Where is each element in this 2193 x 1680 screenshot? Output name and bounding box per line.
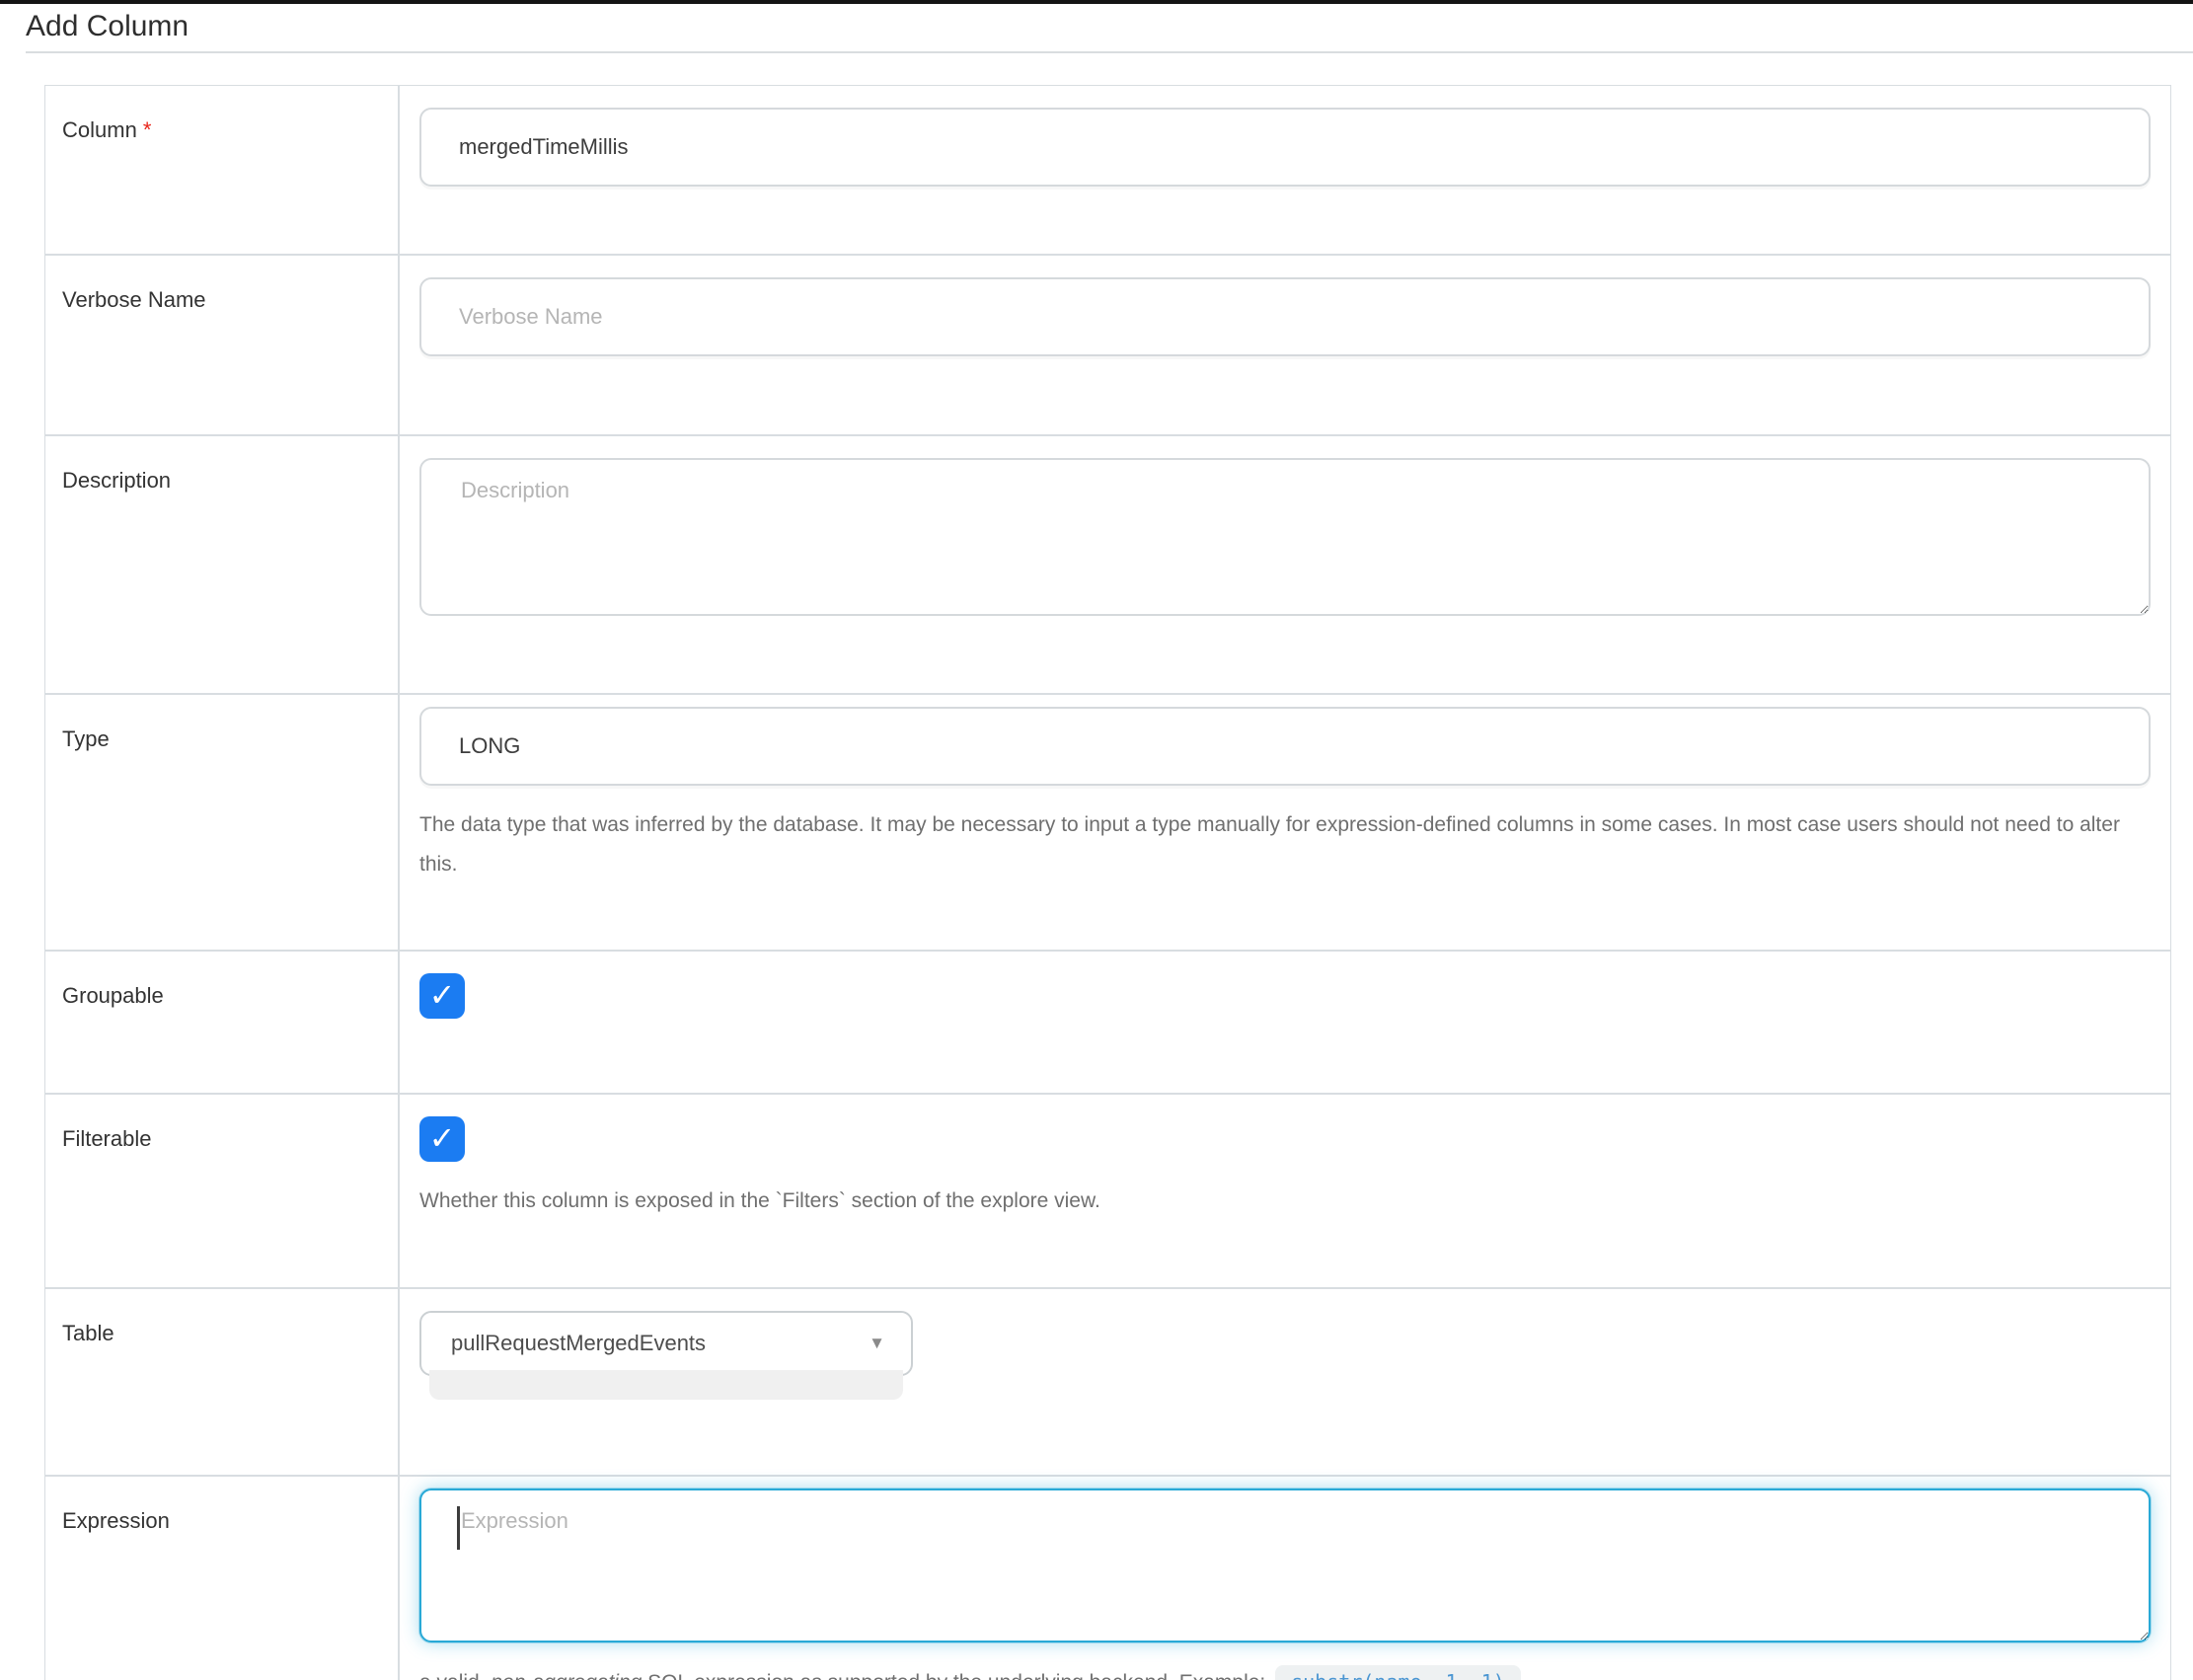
column-input[interactable] (419, 108, 2151, 187)
expression-textarea-wrap (419, 1489, 2151, 1642)
type-input[interactable] (419, 707, 2151, 786)
check-icon: ✓ (429, 1122, 456, 1154)
filterable-help: Whether this column is exposed in the `F… (419, 1182, 2151, 1221)
type-label: Type (62, 726, 110, 751)
filterable-label: Filterable (62, 1126, 151, 1151)
chevron-down-icon: ▼ (869, 1334, 885, 1353)
groupable-checkbox[interactable]: ✓ (419, 973, 465, 1019)
expression-control-cell: a valid, non-aggregating SQL expression … (399, 1476, 2171, 1680)
expression-help-text-2: SQL expression as supported by the under… (642, 1671, 1271, 1680)
check-icon: ✓ (429, 979, 456, 1011)
form-row-groupable: Groupable ✓ (44, 951, 2171, 1094)
form-row-filterable: Filterable ✓ Whether this column is expo… (44, 1094, 2171, 1288)
description-textarea[interactable] (419, 458, 2151, 616)
table-label: Table (62, 1321, 114, 1345)
type-control-cell: The data type that was inferred by the d… (399, 694, 2171, 951)
filterable-control-cell: ✓ Whether this column is exposed in the … (399, 1094, 2171, 1288)
description-control-cell (399, 435, 2171, 694)
groupable-control-cell: ✓ (399, 951, 2171, 1094)
form-row-expression: Expression a valid, non-aggregating SQL … (44, 1476, 2171, 1680)
type-label-cell: Type (44, 694, 399, 951)
verbose-name-label: Verbose Name (62, 287, 206, 312)
expression-label: Expression (62, 1508, 170, 1533)
form-row-verbose-name: Verbose Name (44, 255, 2171, 435)
table-control-cell: pullRequestMergedEvents ▼ (399, 1288, 2171, 1476)
column-control-cell (399, 85, 2171, 255)
page-title: Add Column (26, 10, 2193, 43)
table-select-value: pullRequestMergedEvents (451, 1331, 706, 1356)
groupable-label-cell: Groupable (44, 951, 399, 1094)
type-help: The data type that was inferred by the d… (419, 805, 2151, 884)
column-label: Column (62, 117, 137, 142)
form-row-column: Column* (44, 85, 2171, 255)
column-label-cell: Column* (44, 85, 399, 255)
table-label-cell: Table (44, 1288, 399, 1476)
form-row-table: Table pullRequestMergedEvents ▼ (44, 1288, 2171, 1476)
form-row-description: Description (44, 435, 2171, 694)
add-column-form: Column* Verbose Name Description (44, 85, 2171, 1680)
table-select[interactable]: pullRequestMergedEvents ▼ (419, 1311, 913, 1376)
required-asterisk: * (143, 117, 152, 142)
verbose-name-control-cell (399, 255, 2171, 435)
top-border (0, 0, 2193, 4)
expression-help: a valid, non-aggregating SQL expression … (419, 1662, 2151, 1680)
verbose-name-label-cell: Verbose Name (44, 255, 399, 435)
description-label: Description (62, 468, 171, 493)
expression-label-cell: Expression (44, 1476, 399, 1680)
groupable-label: Groupable (62, 983, 164, 1008)
filterable-checkbox[interactable]: ✓ (419, 1116, 465, 1162)
title-divider (26, 51, 2193, 53)
expression-textarea[interactable] (419, 1489, 2151, 1642)
filterable-label-cell: Filterable (44, 1094, 399, 1288)
expression-help-text: a valid, (419, 1671, 491, 1680)
expression-help-emphasis: non-aggregating (491, 1671, 642, 1680)
description-label-cell: Description (44, 435, 399, 694)
verbose-name-input[interactable] (419, 277, 2151, 356)
form-row-type: Type The data type that was inferred by … (44, 694, 2171, 951)
add-column-page: Add Column Column* Verbose Name (0, 0, 2193, 1680)
text-cursor (457, 1506, 460, 1550)
sql-example-code: substr(name, 1, 1) (1275, 1665, 1521, 1680)
